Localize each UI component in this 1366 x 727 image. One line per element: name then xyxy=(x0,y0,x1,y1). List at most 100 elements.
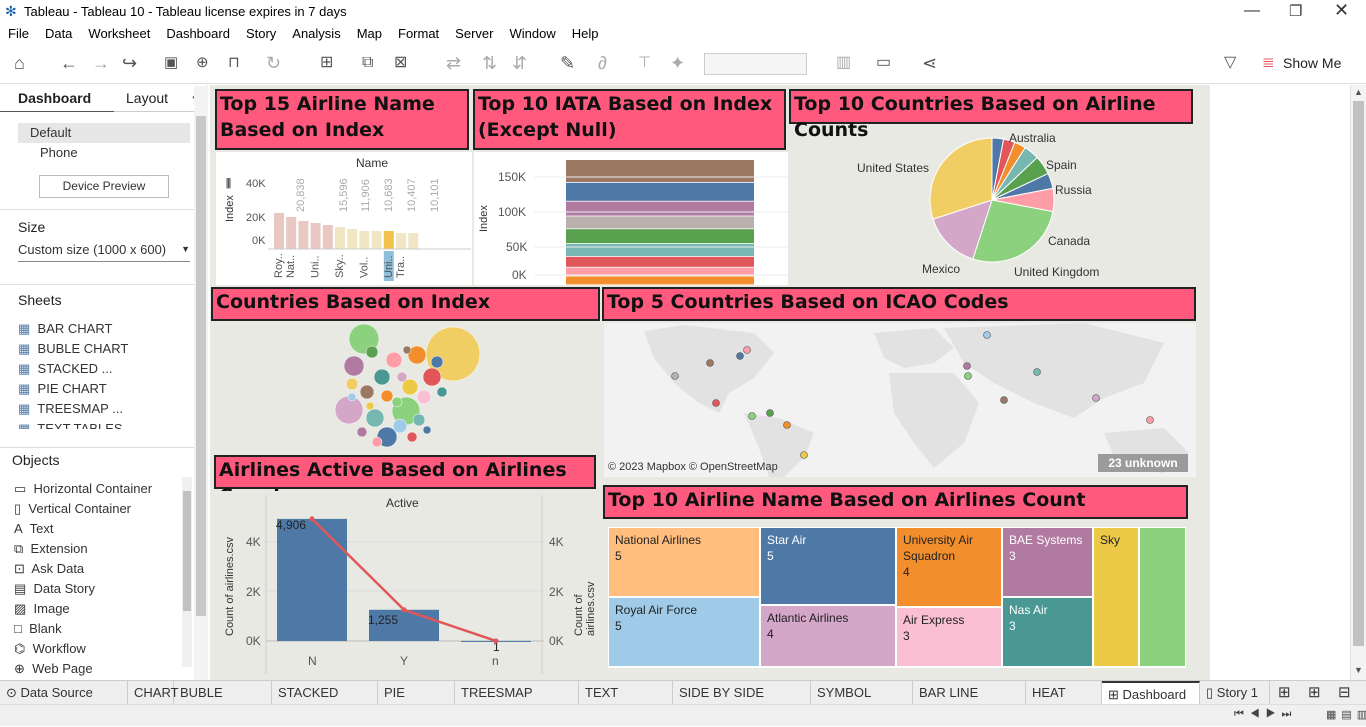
tab-stacked-bars[interactable]: STACKED BARS xyxy=(272,681,378,723)
redo-icon[interactable]: → xyxy=(92,52,110,74)
new-data-source-icon[interactable]: ⊕ xyxy=(196,52,209,74)
header-top10-countries[interactable]: Top 10 Countries Based on Airline Counts xyxy=(789,89,1193,141)
sort-descending-icon[interactable]: ⇵ xyxy=(512,52,527,74)
tab-story[interactable]: ▯ Story 1 xyxy=(1200,681,1270,705)
object-extension[interactable]: ⧉ Extension xyxy=(14,539,180,559)
tab-layout[interactable]: Layout xyxy=(126,85,168,111)
treemap-cell[interactable]: Sky xyxy=(1093,527,1139,667)
object-blank[interactable]: □ Blank xyxy=(14,619,180,639)
pause-updates-icon[interactable]: ⊓ xyxy=(228,52,240,74)
treemap-cell[interactable]: Atlantic Airlines 4 xyxy=(760,605,896,667)
refresh-icon[interactable]: ↻ xyxy=(266,52,281,74)
show-cards-icon[interactable]: ▥ xyxy=(836,52,851,74)
minimize-icon[interactable]: — xyxy=(1244,2,1260,20)
pin-icon[interactable]: ✦ xyxy=(670,52,685,74)
new-dashboard-tab-icon[interactable]: ⊞ xyxy=(1308,683,1321,701)
label-icon[interactable]: ⊤ xyxy=(638,52,651,74)
treemap-airlines[interactable]: National Airlines 5 Star Air 5 University Ai… xyxy=(608,527,1186,668)
new-story-tab-icon[interactable]: ⊟ xyxy=(1338,683,1351,701)
menu-dashboard[interactable]: Dashboard xyxy=(166,26,230,41)
header-countries-index[interactable]: Countries Based on Index xyxy=(211,287,600,321)
map-unknown-badge[interactable]: 23 unknown xyxy=(1098,454,1188,472)
scroll-up-icon[interactable]: ▲ xyxy=(1354,87,1363,97)
home-icon[interactable]: ⌂ xyxy=(14,52,25,74)
object-workflow[interactable]: ⌬ Workflow xyxy=(14,639,180,659)
format-painter-icon[interactable]: ▽ xyxy=(1224,52,1236,74)
header-top10-iata[interactable]: Top 10 IATA Based on Index (Except Null) xyxy=(473,89,786,150)
size-dropdown[interactable]: Custom size (1000 x 600) ▼ xyxy=(18,242,190,262)
sheet-item[interactable]: ▦ STACKED ... xyxy=(18,359,190,379)
sheet-navigation-icons[interactable]: ⏮◀▶⏭ xyxy=(1234,708,1297,721)
sheet-item[interactable]: ▦ TEXT TABLES xyxy=(18,419,190,429)
menu-map[interactable]: Map xyxy=(357,26,382,41)
sheet-view-icons[interactable]: ▦▤▥ xyxy=(1326,708,1366,721)
tab-bar-line-chart[interactable]: BAR LINE CHART xyxy=(913,681,1026,723)
tab-treesmap-chart[interactable]: TREESMAP CHART xyxy=(455,681,579,723)
presentation-mode-icon[interactable]: ▭ xyxy=(876,52,891,74)
tab-dashboard-active[interactable]: ⊞ Dashboard xyxy=(1102,681,1200,705)
chart-top10-iata[interactable]: Index 150K 100K 50K 0K xyxy=(474,152,788,285)
restore-icon[interactable]: ❐ xyxy=(1289,2,1302,20)
scroll-down-icon[interactable]: ▼ xyxy=(1354,665,1363,675)
share-icon[interactable]: ⋖ xyxy=(922,52,937,74)
group-icon[interactable]: ∂ xyxy=(598,52,607,74)
sheet-item[interactable]: ▦ TREESMAP ... xyxy=(18,399,190,419)
chart-top15-airline[interactable]: Name ⫼ Index 40K 20K 0K 20,838 15,596 11,9… xyxy=(216,152,472,285)
header-top10-airline-count[interactable]: Top 10 Airline Name Based on Airlines Co… xyxy=(603,485,1188,519)
object-vertical-container[interactable]: ▯ Vertical Container xyxy=(14,499,180,519)
show-me-icon[interactable]: ≣ xyxy=(1262,52,1275,74)
treemap-cell[interactable]: Nas Air 3 xyxy=(1002,597,1093,667)
tab-buble-chart[interactable]: BUBLE CHART xyxy=(174,681,272,723)
device-phone[interactable]: Phone xyxy=(40,143,78,163)
new-worksheet-icon[interactable]: ⊞ xyxy=(320,52,333,74)
menu-help[interactable]: Help xyxy=(572,26,599,41)
menu-file[interactable]: File xyxy=(8,26,29,41)
clear-sheet-icon[interactable]: ⊠ xyxy=(394,52,407,74)
fit-dropdown[interactable] xyxy=(704,53,807,75)
menu-server[interactable]: Server xyxy=(455,26,493,41)
map-icao[interactable]: © 2023 Mapbox © OpenStreetMap 23 unknown xyxy=(604,323,1196,477)
treemap-cell[interactable]: University Air Squadron 4 xyxy=(896,527,1002,607)
swap-icon[interactable]: ⇄ xyxy=(446,52,461,74)
object-data-story[interactable]: ▤ Data Story xyxy=(14,579,180,599)
object-ask-data[interactable]: ⊡ Ask Data xyxy=(14,559,180,579)
highlight-icon[interactable]: ✎ xyxy=(560,52,575,74)
menu-window[interactable]: Window xyxy=(509,26,555,41)
duplicate-icon[interactable]: ⧉ xyxy=(362,52,373,74)
object-horizontal-container[interactable]: ▭ Horizontal Container xyxy=(14,479,180,499)
tab-dashboard[interactable]: Dashboard xyxy=(18,85,91,111)
treemap-cell[interactable]: Air Express 3 xyxy=(896,607,1002,667)
header-airlines-active[interactable]: Airlines Active Based on Airlines Count xyxy=(214,455,596,507)
treemap-cell[interactable]: BAE Systems 3 xyxy=(1002,527,1093,597)
tab-heat-map[interactable]: HEAT MAP xyxy=(1026,681,1102,723)
treemap-cell[interactable]: National Airlines 5 xyxy=(608,527,760,597)
tab-data-source[interactable]: ⊙ Data Source xyxy=(0,681,128,705)
replay-icon[interactable]: ↪ xyxy=(122,52,137,74)
sort-ascending-icon[interactable]: ⇅ xyxy=(482,52,497,74)
object-text[interactable]: A Text xyxy=(14,519,180,539)
tab-pie-chart[interactable]: PIE CHART xyxy=(378,681,455,723)
sheet-item[interactable]: ▦ BAR CHART xyxy=(18,319,190,339)
device-preview-button[interactable]: Device Preview xyxy=(39,175,169,198)
treemap-cell[interactable]: Star Air 5 xyxy=(760,527,896,605)
chart-pie-countries[interactable]: United States Australia Spain Russia Can… xyxy=(790,126,1196,284)
tab-side-by-side-circle[interactable]: SIDE BY SIDE CIRCLE xyxy=(673,681,811,723)
close-icon[interactable]: ✕ xyxy=(1334,0,1349,21)
chart-bubbles-countries[interactable] xyxy=(212,322,602,454)
tab-bar-chart[interactable]: CHART xyxy=(128,681,179,705)
menu-story[interactable]: Story xyxy=(246,26,276,41)
sheet-item[interactable]: ▦ PIE CHART xyxy=(18,379,190,399)
menu-data[interactable]: Data xyxy=(45,26,72,41)
tab-symbol-maps[interactable]: SYMBOL MAPS xyxy=(811,681,913,723)
canvas-scrollbar[interactable]: ▲ ▼ xyxy=(1350,85,1366,681)
left-scrollbar[interactable] xyxy=(194,86,208,680)
menu-format[interactable]: Format xyxy=(398,26,439,41)
show-me-button[interactable]: Show Me xyxy=(1283,55,1341,71)
treemap-cell[interactable]: Royal Air Force 5 xyxy=(608,597,760,667)
header-top5-icao[interactable]: Top 5 Countries Based on ICAO Codes xyxy=(602,287,1196,321)
tab-text-tables[interactable]: TEXT TABLES xyxy=(579,681,673,723)
save-icon[interactable]: ▣ xyxy=(164,52,178,74)
object-web-page[interactable]: ⊕ Web Page xyxy=(14,659,180,679)
menu-analysis[interactable]: Analysis xyxy=(292,26,340,41)
new-worksheet-tab-icon[interactable]: ⊞ xyxy=(1278,683,1291,701)
